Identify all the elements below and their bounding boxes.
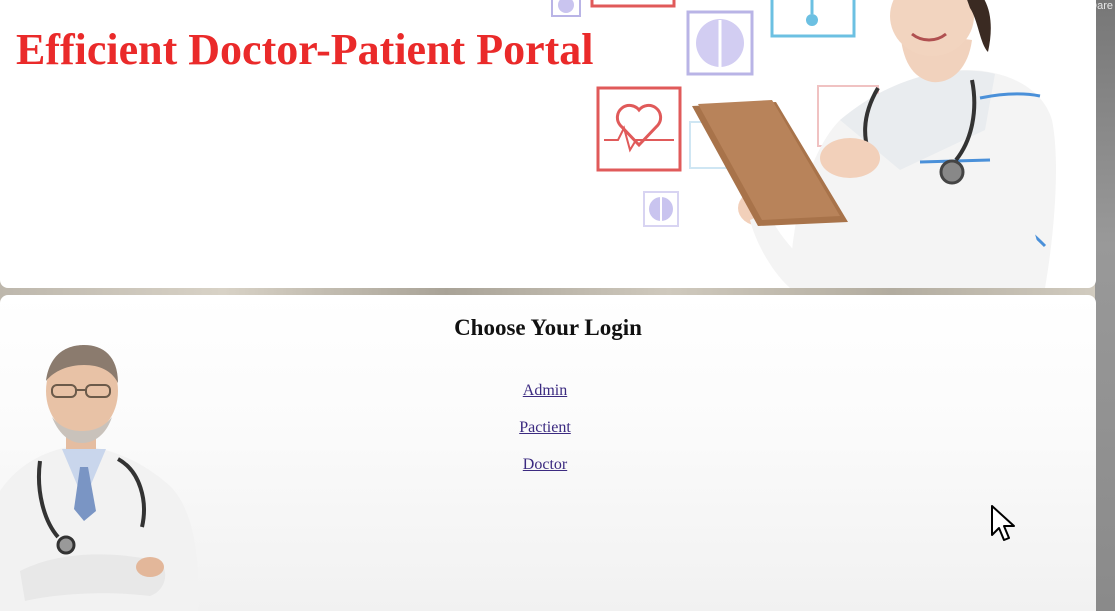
mouse-cursor-icon — [991, 505, 1015, 541]
admin-login-link[interactable]: Admin — [485, 382, 605, 400]
doctor-login-link[interactable]: Doctor — [485, 456, 605, 474]
right-edge-background — [1095, 0, 1115, 611]
login-panel: Choose Your Login Admin Pactient Doctor — [0, 295, 1096, 611]
page-title: Efficient Doctor-Patient Portal — [16, 25, 594, 74]
patient-login-link[interactable]: Pactient — [485, 419, 605, 437]
header-panel: Efficient Doctor-Patient Portal — [0, 0, 1096, 288]
doctor-image — [0, 345, 199, 611]
nurse-figure — [692, 0, 1056, 288]
hero-image — [551, 0, 1056, 288]
login-heading: Choose Your Login — [454, 315, 642, 340]
